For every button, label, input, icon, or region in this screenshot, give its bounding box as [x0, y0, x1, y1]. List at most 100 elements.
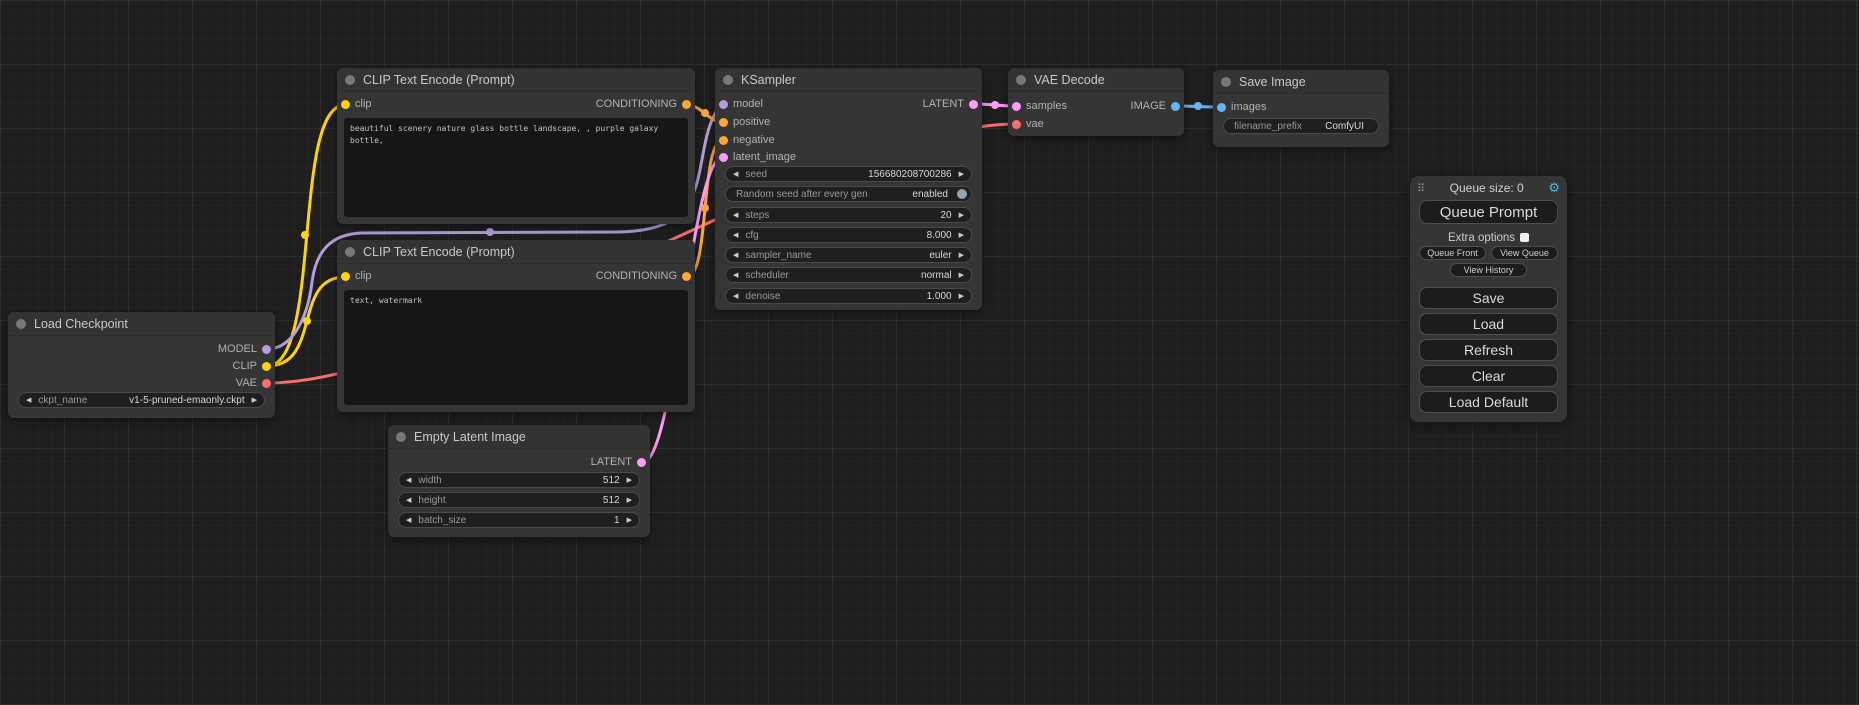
- widget-random-seed-toggle[interactable]: Random seed after every gen enabled: [725, 186, 972, 202]
- increment-arrow-icon[interactable]: ▶: [252, 397, 257, 404]
- widget-height[interactable]: ◀ height 512 ▶: [398, 492, 640, 508]
- load-default-button[interactable]: Load Default: [1419, 391, 1558, 413]
- increment-arrow-icon[interactable]: ▶: [959, 272, 964, 279]
- input-slot-clip[interactable]: [341, 100, 350, 109]
- decrement-arrow-icon[interactable]: ◀: [406, 497, 411, 504]
- increment-arrow-icon[interactable]: ▶: [627, 497, 632, 504]
- output-label-clip: CLIP: [233, 359, 257, 374]
- node-title: Load Checkpoint: [34, 317, 128, 331]
- collapse-dot-icon[interactable]: [1221, 77, 1231, 87]
- input-slot-samples[interactable]: [1012, 102, 1021, 111]
- collapse-dot-icon[interactable]: [396, 432, 406, 442]
- node-title-bar[interactable]: Save Image: [1213, 70, 1389, 94]
- refresh-button[interactable]: Refresh: [1419, 339, 1558, 361]
- clear-button[interactable]: Clear: [1419, 365, 1558, 387]
- node-ksampler[interactable]: KSampler model LATENT positive negative …: [715, 68, 982, 310]
- increment-arrow-icon[interactable]: ▶: [627, 517, 632, 524]
- output-slot-image[interactable]: [1171, 102, 1180, 111]
- save-button[interactable]: Save: [1419, 287, 1558, 309]
- output-slot-latent[interactable]: [637, 458, 646, 467]
- input-slot-images[interactable]: [1217, 103, 1226, 112]
- collapse-dot-icon[interactable]: [345, 75, 355, 85]
- drag-handle-icon[interactable]: ⠿: [1417, 182, 1425, 195]
- queue-menu-panel[interactable]: ⠿ Queue size: 0 ⚙ Queue Prompt Extra opt…: [1410, 176, 1567, 422]
- node-empty-latent-image[interactable]: Empty Latent Image LATENT ◀ width 512 ▶ …: [388, 425, 650, 537]
- collapse-dot-icon[interactable]: [345, 247, 355, 257]
- collapse-dot-icon[interactable]: [723, 75, 733, 85]
- node-load-checkpoint[interactable]: Load Checkpoint MODEL CLIP VAE ◀ ckpt_na…: [8, 312, 275, 418]
- output-slot-latent[interactable]: [969, 100, 978, 109]
- node-clip-text-encode-negative[interactable]: CLIP Text Encode (Prompt) clip CONDITION…: [337, 240, 695, 412]
- link-dot: [1194, 102, 1202, 110]
- widget-value: 512: [603, 475, 620, 486]
- increment-arrow-icon[interactable]: ▶: [959, 171, 964, 178]
- input-slot-latent-image[interactable]: [719, 153, 728, 162]
- widget-scheduler[interactable]: ◀ scheduler normal ▶: [725, 267, 972, 283]
- widget-cfg[interactable]: ◀ cfg 8.000 ▶: [725, 227, 972, 243]
- decrement-arrow-icon[interactable]: ◀: [406, 517, 411, 524]
- menu-header: ⠿ Queue size: 0 ⚙: [1417, 180, 1560, 196]
- slot-row: positive: [715, 115, 982, 130]
- settings-gear-icon[interactable]: ⚙: [1548, 180, 1560, 196]
- widget-value: 156680208700286: [868, 169, 951, 180]
- toggle-knob-icon[interactable]: [957, 189, 967, 199]
- queue-front-button[interactable]: Queue Front: [1419, 246, 1486, 260]
- decrement-arrow-icon[interactable]: ◀: [733, 252, 738, 259]
- node-title-bar[interactable]: CLIP Text Encode (Prompt): [337, 240, 695, 264]
- node-save-image[interactable]: Save Image images filename_prefix ComfyU…: [1213, 70, 1389, 147]
- decrement-arrow-icon[interactable]: ◀: [733, 293, 738, 300]
- increment-arrow-icon[interactable]: ▶: [959, 232, 964, 239]
- increment-arrow-icon[interactable]: ▶: [627, 477, 632, 484]
- decrement-arrow-icon[interactable]: ◀: [733, 212, 738, 219]
- decrement-arrow-icon[interactable]: ◀: [733, 232, 738, 239]
- decrement-arrow-icon[interactable]: ◀: [406, 477, 411, 484]
- output-slot-clip[interactable]: [262, 362, 271, 371]
- node-title-bar[interactable]: CLIP Text Encode (Prompt): [337, 68, 695, 92]
- collapse-dot-icon[interactable]: [1016, 75, 1026, 85]
- decrement-arrow-icon[interactable]: ◀: [733, 171, 738, 178]
- widget-seed[interactable]: ◀ seed 156680208700286 ▶: [725, 166, 972, 182]
- decrement-arrow-icon[interactable]: ◀: [733, 272, 738, 279]
- output-slot-conditioning[interactable]: [682, 100, 691, 109]
- view-queue-button[interactable]: View Queue: [1491, 246, 1558, 260]
- widget-name: width: [418, 475, 441, 486]
- load-button[interactable]: Load: [1419, 313, 1558, 335]
- node-title-bar[interactable]: Load Checkpoint: [8, 312, 275, 336]
- widget-batch-size[interactable]: ◀ batch_size 1 ▶: [398, 512, 640, 528]
- collapse-dot-icon[interactable]: [16, 319, 26, 329]
- node-title-bar[interactable]: VAE Decode: [1008, 68, 1184, 92]
- widget-steps[interactable]: ◀ steps 20 ▶: [725, 207, 972, 223]
- input-label-model: model: [733, 97, 763, 112]
- widget-ckpt-name[interactable]: ◀ ckpt_name v1-5-pruned-emaonly.ckpt ▶: [18, 392, 265, 408]
- increment-arrow-icon[interactable]: ▶: [959, 252, 964, 259]
- increment-arrow-icon[interactable]: ▶: [959, 212, 964, 219]
- node-title-bar[interactable]: KSampler: [715, 68, 982, 92]
- widget-width[interactable]: ◀ width 512 ▶: [398, 472, 640, 488]
- prompt-textarea[interactable]: text, watermark: [344, 290, 688, 405]
- input-slot-vae[interactable]: [1012, 120, 1021, 129]
- input-slot-model[interactable]: [719, 100, 728, 109]
- input-slot-negative[interactable]: [719, 136, 728, 145]
- output-label-latent: LATENT: [923, 97, 964, 112]
- queue-prompt-button[interactable]: Queue Prompt: [1419, 200, 1558, 224]
- widget-denoise[interactable]: ◀ denoise 1.000 ▶: [725, 288, 972, 304]
- increment-arrow-icon[interactable]: ▶: [959, 293, 964, 300]
- input-slot-positive[interactable]: [719, 118, 728, 127]
- output-label-image: IMAGE: [1131, 99, 1166, 114]
- decrement-arrow-icon[interactable]: ◀: [26, 397, 31, 404]
- node-clip-text-encode-positive[interactable]: CLIP Text Encode (Prompt) clip CONDITION…: [337, 68, 695, 224]
- node-title-bar[interactable]: Empty Latent Image: [388, 425, 650, 449]
- output-slot-conditioning[interactable]: [682, 272, 691, 281]
- prompt-textarea[interactable]: beautiful scenery nature glass bottle la…: [344, 118, 688, 217]
- view-history-button[interactable]: View History: [1450, 263, 1527, 277]
- extra-options-checkbox[interactable]: [1520, 233, 1529, 242]
- node-vae-decode[interactable]: VAE Decode samples IMAGE vae: [1008, 68, 1184, 136]
- widget-sampler-name[interactable]: ◀ sampler_name euler ▶: [725, 247, 972, 263]
- output-slot-vae[interactable]: [262, 379, 271, 388]
- output-slot-model[interactable]: [262, 345, 271, 354]
- widget-filename-prefix[interactable]: filename_prefix ComfyUI: [1223, 118, 1379, 134]
- node-title: CLIP Text Encode (Prompt): [363, 245, 515, 259]
- node-graph-canvas[interactable]: Load Checkpoint MODEL CLIP VAE ◀ ckpt_na…: [0, 0, 1859, 705]
- widget-value: 1: [614, 515, 620, 526]
- input-slot-clip[interactable]: [341, 272, 350, 281]
